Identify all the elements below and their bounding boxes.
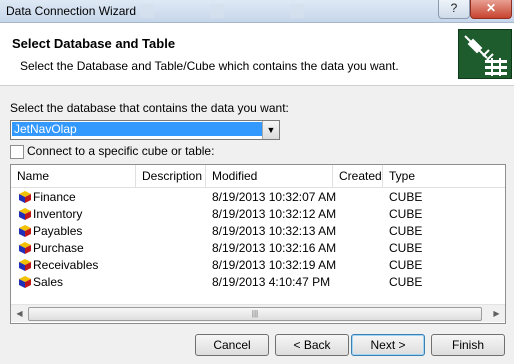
table-row[interactable]: Payables 8/19/2013 10:32:13 AM CUBE xyxy=(11,223,505,240)
window-title: Data Connection Wizard xyxy=(6,4,137,18)
page-title: Select Database and Table xyxy=(12,36,176,51)
table-row[interactable]: Finance 8/19/2013 10:32:07 AM CUBE xyxy=(11,189,505,206)
connect-specific-label: Connect to a specific cube or table: xyxy=(27,144,215,158)
chevron-down-icon[interactable]: ▼ xyxy=(262,121,279,139)
cube-icon xyxy=(19,259,31,271)
wizard-logo-icon xyxy=(458,29,512,79)
wizard-header: Select Database and Table Select the Dat… xyxy=(0,23,514,86)
table-row[interactable]: Inventory 8/19/2013 10:32:12 AM CUBE xyxy=(11,206,505,223)
cell-name: Receivables xyxy=(33,258,99,272)
cell-type: CUBE xyxy=(389,275,423,289)
scroll-right-icon[interactable]: ▶ xyxy=(488,305,505,322)
help-button[interactable]: ? xyxy=(438,0,470,19)
connect-specific-checkbox[interactable] xyxy=(10,145,24,159)
cube-icon xyxy=(19,242,31,254)
column-header-type[interactable]: Type xyxy=(383,165,505,187)
database-select-value: JetNavOlap xyxy=(12,122,262,136)
back-button[interactable]: < Back xyxy=(275,334,349,356)
table-row[interactable]: Purchase 8/19/2013 10:32:16 AM CUBE xyxy=(11,240,505,257)
scrollbar-thumb[interactable]: ||| xyxy=(28,307,482,321)
cell-modified: 8/19/2013 10:32:19 AM xyxy=(212,258,337,272)
cube-icon xyxy=(19,191,31,203)
finish-button[interactable]: Finish xyxy=(431,334,505,356)
cell-modified: 8/19/2013 10:32:12 AM xyxy=(212,207,337,221)
cell-type: CUBE xyxy=(389,207,423,221)
cell-type: CUBE xyxy=(389,190,423,204)
column-header-name[interactable]: Name xyxy=(11,165,136,187)
cell-name: Payables xyxy=(33,224,83,238)
next-button[interactable]: Next > xyxy=(351,334,425,356)
table-row[interactable]: Receivables 8/19/2013 10:32:19 AM CUBE xyxy=(11,257,505,274)
background-artifact xyxy=(210,4,224,18)
cell-name: Inventory xyxy=(33,207,83,221)
cell-type: CUBE xyxy=(389,258,423,272)
cube-icon xyxy=(19,208,31,220)
background-artifact xyxy=(140,4,154,18)
cell-type: CUBE xyxy=(389,224,423,238)
cancel-button[interactable]: Cancel xyxy=(195,334,269,356)
table-header: Name Description Modified Created Type xyxy=(11,165,505,188)
cube-icon xyxy=(19,225,31,237)
page-subtitle: Select the Database and Table/Cube which… xyxy=(20,59,399,73)
cell-type: CUBE xyxy=(389,241,423,255)
cell-modified: 8/19/2013 4:10:47 PM xyxy=(212,275,331,289)
scroll-left-icon[interactable]: ◀ xyxy=(11,305,28,322)
database-label: Select the database that contains the da… xyxy=(10,101,289,115)
database-select[interactable]: JetNavOlap ▼ xyxy=(10,120,280,140)
horizontal-scrollbar[interactable]: ◀ ||| ▶ xyxy=(11,304,505,322)
column-header-description[interactable]: Description xyxy=(136,165,206,187)
cell-modified: 8/19/2013 10:32:16 AM xyxy=(212,241,337,255)
cell-name: Purchase xyxy=(33,241,84,255)
cell-modified: 8/19/2013 10:32:07 AM xyxy=(212,190,337,204)
cell-name: Finance xyxy=(33,190,76,204)
column-header-created[interactable]: Created xyxy=(333,165,383,187)
table-row[interactable]: Sales 8/19/2013 4:10:47 PM CUBE xyxy=(11,274,505,291)
cell-name: Sales xyxy=(33,275,64,289)
close-button[interactable]: ✕ xyxy=(470,0,512,19)
cube-table[interactable]: Name Description Modified Created Type F… xyxy=(10,164,506,324)
title-bar: Data Connection Wizard ? ✕ xyxy=(0,0,514,23)
background-artifact xyxy=(290,4,304,18)
cell-modified: 8/19/2013 10:32:13 AM xyxy=(212,224,337,238)
column-header-modified[interactable]: Modified xyxy=(206,165,333,187)
cube-icon xyxy=(19,276,31,288)
